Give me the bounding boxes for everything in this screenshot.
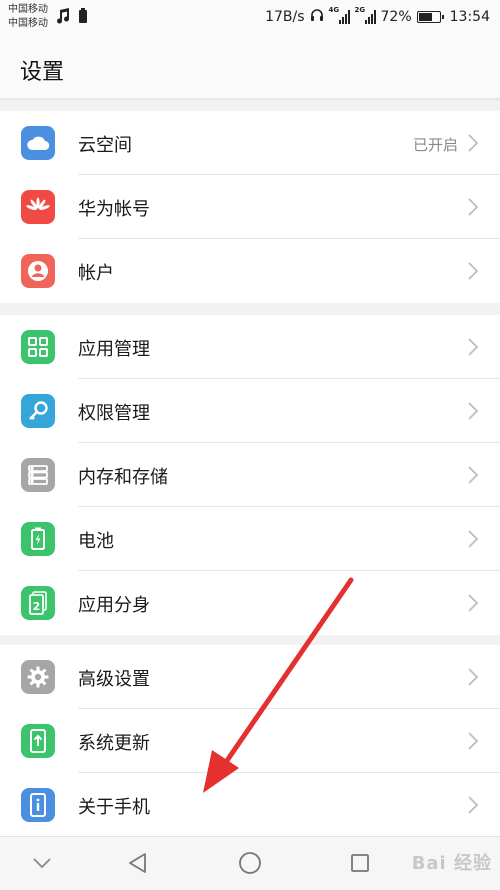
settings-item-label: 应用分身 <box>78 595 150 616</box>
sim-battery-icon <box>78 8 88 28</box>
settings-item-accounts[interactable]: 帐户 <box>0 239 500 303</box>
signal-sim1-icon: 4G <box>329 6 350 24</box>
chevron-right-icon <box>466 731 480 751</box>
user-icon <box>21 254 55 288</box>
settings-group-system: 高级设置 系统更新 关于手机 <box>0 645 500 837</box>
svg-text:2: 2 <box>33 600 41 613</box>
carrier-labels: 中国移动 中国移动 <box>8 3 48 31</box>
settings-item-system-update[interactable]: 系统更新 <box>0 709 500 773</box>
chevron-right-icon <box>466 593 480 613</box>
status-right: 17B/s 4G 2G 72% 13:54 <box>265 6 490 26</box>
settings-item-label: 华为帐号 <box>78 199 150 220</box>
settings-group-accounts: 云空间 已开启 华为帐号 帐户 <box>0 111 500 303</box>
settings-item-label: 权限管理 <box>78 403 150 424</box>
chevron-right-icon <box>466 133 480 153</box>
cloud-icon <box>21 126 55 160</box>
settings-item-storage[interactable]: 内存和存储 <box>0 443 500 507</box>
settings-item-status: 已开启 <box>412 136 458 154</box>
settings-item-app-twin[interactable]: 2 应用分身 <box>0 571 500 635</box>
app-twin-icon: 2 <box>21 586 55 620</box>
status-bar: 中国移动 中国移动 17B/s 4G 2G 72% 13:54 <box>0 0 500 36</box>
carrier-1: 中国移动 <box>8 4 48 15</box>
settings-item-label: 电池 <box>78 531 114 552</box>
info-icon <box>21 788 55 822</box>
settings-item-huawei-id[interactable]: 华为帐号 <box>0 175 500 239</box>
settings-item-label: 应用管理 <box>78 339 150 360</box>
settings-item-cloud[interactable]: 云空间 已开启 <box>0 111 500 175</box>
settings-item-permissions[interactable]: 权限管理 <box>0 379 500 443</box>
chevron-right-icon <box>466 465 480 485</box>
settings-item-advanced[interactable]: 高级设置 <box>0 645 500 709</box>
page-title: 设置 <box>20 60 65 85</box>
carrier-2: 中国移动 <box>8 18 48 29</box>
chevron-right-icon <box>466 401 480 421</box>
chevron-right-icon <box>466 667 480 687</box>
battery-percent: 72% <box>380 9 412 25</box>
home-button-icon[interactable] <box>236 849 264 877</box>
chevron-right-icon <box>466 795 480 815</box>
system-update-icon <box>21 724 55 758</box>
settings-item-label: 系统更新 <box>78 733 150 754</box>
headset-icon <box>310 8 324 26</box>
sim2-type: 2G <box>354 6 366 14</box>
chevron-right-icon <box>466 261 480 281</box>
key-icon <box>21 394 55 428</box>
storage-icon <box>21 458 55 492</box>
signal-sim2-icon: 2G <box>355 6 376 24</box>
settings-item-label: 云空间 <box>78 135 132 156</box>
huawei-logo-icon <box>21 190 55 224</box>
chevron-down-icon[interactable] <box>28 849 56 877</box>
chevron-right-icon <box>466 529 480 549</box>
clock: 13:54 <box>449 9 490 25</box>
settings-item-about-phone[interactable]: 关于手机 <box>0 773 500 837</box>
settings-item-label: 内存和存储 <box>78 467 168 488</box>
back-button-icon[interactable] <box>124 849 152 877</box>
battery-icon <box>21 522 55 556</box>
chevron-right-icon <box>466 337 480 357</box>
apps-grid-icon <box>21 330 55 364</box>
navigation-bar: Bai 经验 <box>0 836 500 890</box>
settings-item-label: 高级设置 <box>78 669 150 690</box>
settings-item-battery[interactable]: 电池 <box>0 507 500 571</box>
music-note-icon <box>56 8 70 28</box>
settings-item-label: 帐户 <box>78 263 114 284</box>
title-bar: 设置 <box>0 36 500 99</box>
sim1-type: 4G <box>328 6 340 14</box>
settings-item-app-management[interactable]: 应用管理 <box>0 315 500 379</box>
settings-group-apps: 应用管理 权限管理 内存和存储 电池 2 应用分身 <box>0 315 500 635</box>
battery-icon <box>416 11 444 23</box>
chevron-right-icon <box>466 197 480 217</box>
network-speed: 17B/s <box>265 9 305 25</box>
settings-item-label: 关于手机 <box>78 797 150 818</box>
baidu-watermark: Bai 经验 <box>411 853 492 874</box>
gear-icon <box>21 660 55 694</box>
recents-button-icon[interactable] <box>346 849 374 877</box>
